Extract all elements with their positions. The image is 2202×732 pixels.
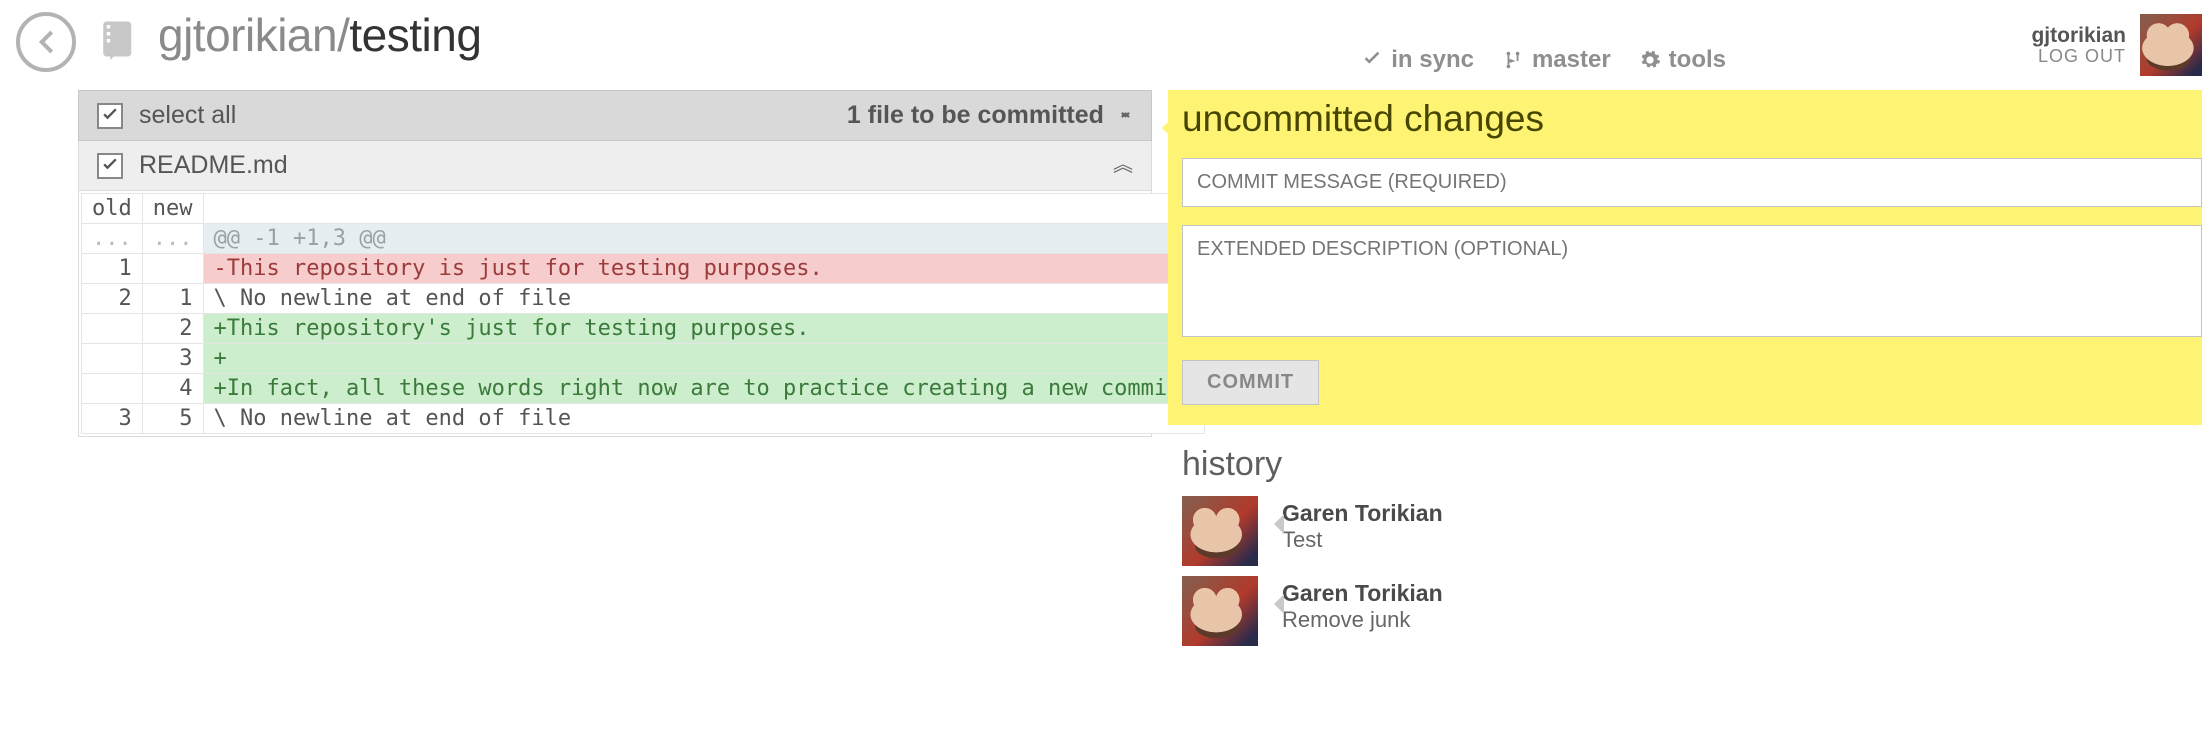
repo-icon	[98, 18, 140, 60]
diff-line: ......@@ -1 +1,3 @@	[82, 224, 1205, 254]
history-message: Test	[1282, 527, 1443, 553]
collapse-file-toggle[interactable]: ︽	[1113, 161, 1133, 170]
gear-icon	[1639, 49, 1661, 71]
commit-description-input[interactable]	[1182, 225, 2202, 337]
tab-branch[interactable]: master	[1502, 46, 1611, 74]
logout-link[interactable]: LOG OUT	[2031, 46, 2126, 67]
history-author: Garen Torikian	[1282, 500, 1443, 527]
file-checkbox[interactable]	[97, 153, 123, 179]
repo-path: gjtorikian/testing	[158, 8, 481, 62]
diff-code: \ No newline at end of file	[203, 284, 1204, 314]
diff-code: -This repository is just for testing pur…	[203, 254, 1204, 284]
diff-new-lineno: 3	[142, 344, 203, 374]
collapse-all-toggle[interactable]: ⌄ ⌃	[1118, 107, 1133, 125]
tab-sync-label: in sync	[1391, 46, 1474, 74]
commit-message-input[interactable]	[1182, 158, 2202, 207]
diff-old-lineno: 3	[82, 404, 143, 434]
diff-new-lineno: ...	[142, 224, 203, 254]
diff-line: 21\ No newline at end of file	[82, 284, 1205, 314]
diff-code: +	[203, 344, 1204, 374]
check-icon	[1361, 49, 1383, 71]
check-icon	[100, 106, 120, 126]
diff-view: old new ......@@ -1 +1,3 @@1-This reposi…	[78, 191, 1152, 437]
file-bar: README.md ︽	[78, 141, 1152, 191]
user-badge[interactable]: gjtorikian LOG OUT	[2031, 14, 2202, 76]
tab-sync[interactable]: in sync	[1361, 46, 1474, 74]
uncommitted-changes-panel: uncommitted changes COMMIT	[1168, 90, 2202, 425]
check-icon	[100, 156, 120, 176]
diff-code: @@ -1 +1,3 @@	[203, 224, 1204, 254]
avatar	[1182, 496, 1258, 566]
diff-new-lineno: 2	[142, 314, 203, 344]
diff-old-lineno: 2	[82, 284, 143, 314]
tab-tools[interactable]: tools	[1639, 46, 1726, 74]
select-all-checkbox[interactable]	[97, 103, 123, 129]
history-item[interactable]: Garen TorikianRemove junk	[1182, 576, 2202, 646]
diff-new-lineno	[142, 254, 203, 284]
tab-branch-label: master	[1532, 46, 1611, 74]
diff-code: +This repository's just for testing purp…	[203, 314, 1204, 344]
history-message: Remove junk	[1282, 607, 1443, 633]
commit-summary: 1 file to be committed	[847, 101, 1104, 130]
repo-owner: gjtorikian	[158, 9, 337, 61]
back-button[interactable]	[16, 12, 76, 72]
arrow-left-icon	[29, 25, 63, 59]
diff-old-lineno	[82, 374, 143, 404]
diff-header-new: new	[142, 194, 203, 224]
diff-new-lineno: 5	[142, 404, 203, 434]
diff-line: 1 -This repository is just for testing pu…	[82, 254, 1205, 284]
tab-tools-label: tools	[1669, 46, 1726, 74]
double-chevron-up-icon: ︽	[1113, 161, 1133, 170]
diff-line: 35\ No newline at end of file	[82, 404, 1205, 434]
uncommitted-changes-title: uncommitted changes	[1182, 98, 2202, 140]
commit-button[interactable]: COMMIT	[1182, 360, 1319, 405]
repo-name: testing	[349, 9, 481, 61]
diff-new-lineno: 1	[142, 284, 203, 314]
file-name: README.md	[139, 151, 288, 180]
chevron-up-icon: ⌃	[1118, 116, 1133, 125]
diff-line: 3+	[82, 344, 1205, 374]
diff-old-lineno	[82, 344, 143, 374]
history-title: history	[1182, 445, 2202, 484]
path-separator: /	[337, 9, 349, 61]
select-all-label: select all	[139, 101, 236, 130]
branch-icon	[1502, 49, 1524, 71]
avatar	[2140, 14, 2202, 76]
avatar	[1182, 576, 1258, 646]
diff-new-lineno: 4	[142, 374, 203, 404]
history-panel: history Garen TorikianTestGaren Torikian…	[1168, 445, 2202, 646]
diff-old-lineno: ...	[82, 224, 143, 254]
history-item[interactable]: Garen TorikianTest	[1182, 496, 2202, 566]
diff-old-lineno	[82, 314, 143, 344]
diff-code: +In fact, all these words right now are …	[203, 374, 1204, 404]
diff-header-old: old	[82, 194, 143, 224]
diff-old-lineno: 1	[82, 254, 143, 284]
diff-code: \ No newline at end of file	[203, 404, 1204, 434]
diff-line: 2+This repository's just for testing pur…	[82, 314, 1205, 344]
current-user: gjtorikian	[2031, 24, 2126, 48]
select-all-bar: select all 1 file to be committed ⌄ ⌃	[78, 90, 1152, 141]
diff-line: 4+In fact, all these words right now are…	[82, 374, 1205, 404]
history-author: Garen Torikian	[1282, 580, 1443, 607]
